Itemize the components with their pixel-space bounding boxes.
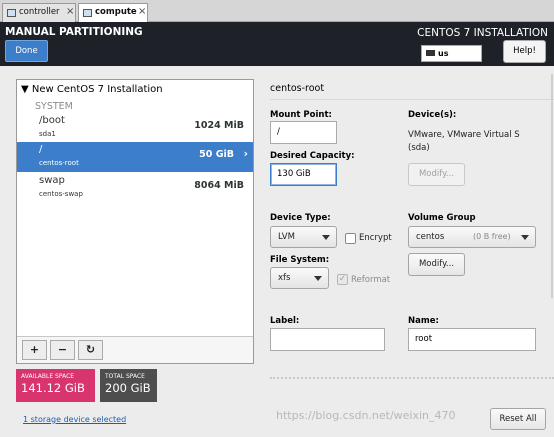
available-space-value: 141.12 GiB xyxy=(21,381,85,395)
devices-text-sub: (sda) xyxy=(408,143,430,153)
label-input[interactable] xyxy=(270,328,385,351)
available-space-caption: AVAILABLE SPACE xyxy=(21,373,75,380)
total-space-caption: TOTAL SPACE xyxy=(105,373,145,380)
close-icon[interactable]: × xyxy=(138,6,146,17)
label-field-label: Label: xyxy=(270,316,300,326)
detail-title: centos-root xyxy=(270,83,325,94)
device-type-label: Device Type: xyxy=(270,213,331,223)
installation-title: CENTOS 7 INSTALLATION xyxy=(417,27,548,39)
mount-point-label: Mount Point: xyxy=(270,110,332,120)
help-button[interactable]: Help! xyxy=(503,40,546,63)
chevron-down-icon xyxy=(314,276,322,281)
page-title: MANUAL PARTITIONING xyxy=(5,26,143,38)
partition-device: centos-root xyxy=(39,159,79,167)
storage-devices-link[interactable]: 1 storage device selected xyxy=(23,415,126,424)
keyboard-icon xyxy=(426,50,435,56)
available-space-box: AVAILABLE SPACE 141.12 GiB xyxy=(16,369,95,402)
expand-arrow-icon[interactable]: ▼ xyxy=(21,84,29,95)
partition-row-root[interactable]: / centos-root 50 GiB › xyxy=(17,142,253,172)
devices-text: VMware, VMware Virtual S xyxy=(408,130,520,140)
installation-name: New CentOS 7 Installation xyxy=(31,84,163,95)
partition-device: centos-swap xyxy=(39,190,83,198)
volume-group-label: Volume Group xyxy=(408,213,476,223)
devices-label: Device(s): xyxy=(408,110,457,120)
file-system-label: File System: xyxy=(270,255,330,265)
volume-group-value: centos xyxy=(416,232,445,242)
capacity-label: Desired Capacity: xyxy=(270,151,355,161)
refresh-button[interactable]: ↻ xyxy=(78,340,103,360)
vm-tab-bar: controller × compute × xyxy=(0,0,554,23)
device-type-select[interactable]: LVM xyxy=(270,226,337,248)
device-type-value: LVM xyxy=(278,232,295,242)
divider xyxy=(270,99,554,100)
done-button[interactable]: Done xyxy=(5,40,48,62)
devices-modify-button[interactable]: Modify... xyxy=(408,163,465,186)
watermark-text: https://blog.csdn.net/weixin_470 xyxy=(276,409,456,422)
encrypt-checkbox[interactable] xyxy=(345,233,356,244)
capacity-input[interactable]: 130 GiB xyxy=(270,163,337,186)
scrollbar[interactable] xyxy=(551,74,553,298)
partition-device: sda1 xyxy=(39,130,56,138)
vm-tab-label: controller xyxy=(19,7,60,17)
partition-panel: ▼ New CentOS 7 Installation SYSTEM /boot… xyxy=(16,79,254,364)
volume-group-free: (0 B free) xyxy=(473,232,511,241)
system-group-label: SYSTEM xyxy=(35,101,73,112)
partition-row-boot[interactable]: /boot sda1 1024 MiB xyxy=(17,113,253,143)
total-space-value: 200 GiB xyxy=(105,381,151,395)
total-space-box: TOTAL SPACE 200 GiB xyxy=(100,369,157,402)
reset-all-button[interactable]: Reset All xyxy=(490,408,546,430)
volume-group-select[interactable]: centos (0 B free) xyxy=(408,226,536,248)
add-partition-button[interactable]: + xyxy=(22,340,47,360)
close-icon[interactable]: × xyxy=(66,6,74,17)
remove-partition-button[interactable]: − xyxy=(50,340,75,360)
vm-tab-label: compute xyxy=(95,7,137,17)
volume-group-modify-button[interactable]: Modify... xyxy=(408,253,465,276)
partition-mount: swap xyxy=(39,175,65,186)
keyboard-layout-indicator[interactable]: us xyxy=(421,45,482,62)
reformat-label: Reformat xyxy=(351,275,391,285)
name-field-label: Name: xyxy=(408,316,439,326)
partition-toolbar: + − ↻ xyxy=(17,336,253,363)
partition-size: 1024 MiB xyxy=(194,120,244,131)
vm-tab-controller[interactable]: controller × xyxy=(2,3,76,22)
name-input[interactable]: root xyxy=(408,328,536,351)
reformat-checkbox[interactable]: ✓ xyxy=(337,274,348,285)
chevron-right-icon: › xyxy=(243,147,248,160)
file-system-value: xfs xyxy=(278,273,291,283)
keyboard-layout-label: us xyxy=(438,49,449,58)
vm-icon xyxy=(83,9,92,17)
file-system-select[interactable]: xfs xyxy=(270,267,329,289)
installation-header[interactable]: ▼ New CentOS 7 Installation xyxy=(21,84,163,95)
encrypt-label: Encrypt xyxy=(359,233,392,243)
chevron-down-icon xyxy=(521,235,529,240)
partition-mount: /boot xyxy=(39,115,65,126)
divider xyxy=(270,377,554,379)
mount-point-input[interactable]: / xyxy=(270,121,337,144)
partition-mount: / xyxy=(39,144,43,155)
vm-tab-compute[interactable]: compute × xyxy=(78,3,148,23)
vm-icon xyxy=(7,9,16,17)
partition-row-swap[interactable]: swap centos-swap 8064 MiB xyxy=(17,173,253,203)
chevron-down-icon xyxy=(322,235,330,240)
partition-size: 50 GiB xyxy=(199,149,234,160)
partition-size: 8064 MiB xyxy=(194,180,244,191)
